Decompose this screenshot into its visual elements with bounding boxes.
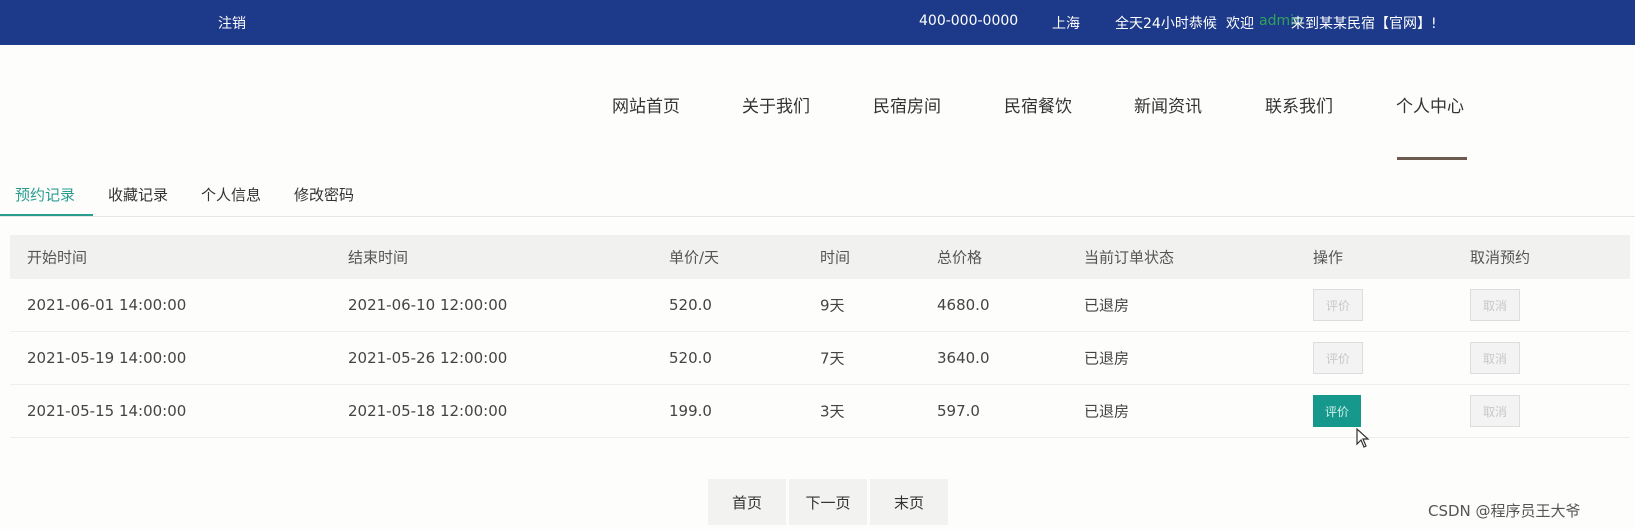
cell-price: 520.0 [669,349,712,367]
nav-active-indicator [1397,157,1467,160]
cell-price: 520.0 [669,296,712,314]
welcome-text: 欢迎 [1226,16,1254,32]
nav-item-about[interactable]: 关于我们 [742,92,810,117]
review-button[interactable]: 评价 [1313,289,1363,321]
header-duration: 时间 [820,248,851,267]
table-row: 2021-05-15 14:00:00 2021-05-18 12:00:00 … [10,385,1630,438]
first-page-button[interactable]: 首页 [708,479,786,525]
city-label: 上海 [1052,16,1080,32]
header-actions: 操作 [1313,248,1344,267]
tab-change-password[interactable]: 修改密码 [294,184,354,205]
cell-start: 2021-05-15 14:00:00 [27,402,187,420]
cell-total: 597.0 [937,402,980,420]
booking-table: 开始时间 结束时间 单价/天 时间 总价格 当前订单状态 操作 取消预约 202… [10,235,1630,438]
cell-end: 2021-05-26 12:00:00 [348,349,508,367]
cell-status: 已退房 [1084,402,1130,421]
cell-status: 已退房 [1084,349,1130,368]
cell-total: 3640.0 [937,349,990,367]
review-button[interactable]: 评价 [1313,342,1363,374]
profile-tabs: 预约记录 收藏记录 个人信息 修改密码 [0,176,1635,217]
tab-personal-info[interactable]: 个人信息 [201,184,261,205]
table-header: 开始时间 结束时间 单价/天 时间 总价格 当前订单状态 操作 取消预约 [10,235,1630,279]
nav-item-dining[interactable]: 民宿餐饮 [1004,92,1072,117]
hours-text: 全天24小时恭候 [1115,16,1217,32]
header-unit-price: 单价/天 [669,248,720,267]
tab-booking-records[interactable]: 预约记录 [15,184,75,205]
nav-item-home[interactable]: 网站首页 [612,92,680,117]
nav-item-contact[interactable]: 联系我们 [1265,92,1333,117]
mouse-cursor-icon [1356,428,1370,448]
watermark: CSDN @程序员王大爷 [1428,502,1581,520]
cell-total: 4680.0 [937,296,990,314]
cell-start: 2021-05-19 14:00:00 [27,349,187,367]
cell-days: 9天 [820,296,845,315]
cell-status: 已退房 [1084,296,1130,315]
cancel-booking-button[interactable]: 取消 [1470,289,1520,321]
header-total-price: 总价格 [937,248,983,267]
header-start-time: 开始时间 [27,248,88,267]
main-nav: 网站首页 关于我们 民宿房间 民宿餐饮 新闻资讯 联系我们 个人中心 [0,92,1635,162]
top-bar: 注销 400-000-0000 上海 全天24小时恭候 欢迎 admin 来到某… [0,0,1635,45]
header-cancel: 取消预约 [1470,248,1531,267]
header-end-time: 结束时间 [348,248,409,267]
cell-end: 2021-06-10 12:00:00 [348,296,508,314]
table-row: 2021-05-19 14:00:00 2021-05-26 12:00:00 … [10,332,1630,385]
tab-active-indicator [0,214,93,216]
nav-item-news[interactable]: 新闻资讯 [1134,92,1202,117]
cell-start: 2021-06-01 14:00:00 [27,296,187,314]
phone-number: 400-000-0000 [919,13,1019,29]
logout-link[interactable]: 注销 [218,13,246,33]
nav-item-rooms[interactable]: 民宿房间 [873,92,941,117]
last-page-button[interactable]: 末页 [870,479,948,525]
cancel-booking-button[interactable]: 取消 [1470,395,1520,427]
table-row: 2021-06-01 14:00:00 2021-06-10 12:00:00 … [10,279,1630,332]
header-order-status: 当前订单状态 [1084,248,1175,267]
next-page-button[interactable]: 下一页 [789,479,867,525]
cell-price: 199.0 [669,402,712,420]
tab-favorites[interactable]: 收藏记录 [108,184,168,205]
cell-end: 2021-05-18 12:00:00 [348,402,508,420]
cell-days: 3天 [820,402,845,421]
welcome-tail-text: 来到某某民宿【官网】! [1291,16,1437,32]
cell-days: 7天 [820,349,845,368]
cancel-booking-button[interactable]: 取消 [1470,342,1520,374]
review-button[interactable]: 评价 [1313,395,1361,427]
nav-item-personal-center[interactable]: 个人中心 [1396,92,1464,117]
